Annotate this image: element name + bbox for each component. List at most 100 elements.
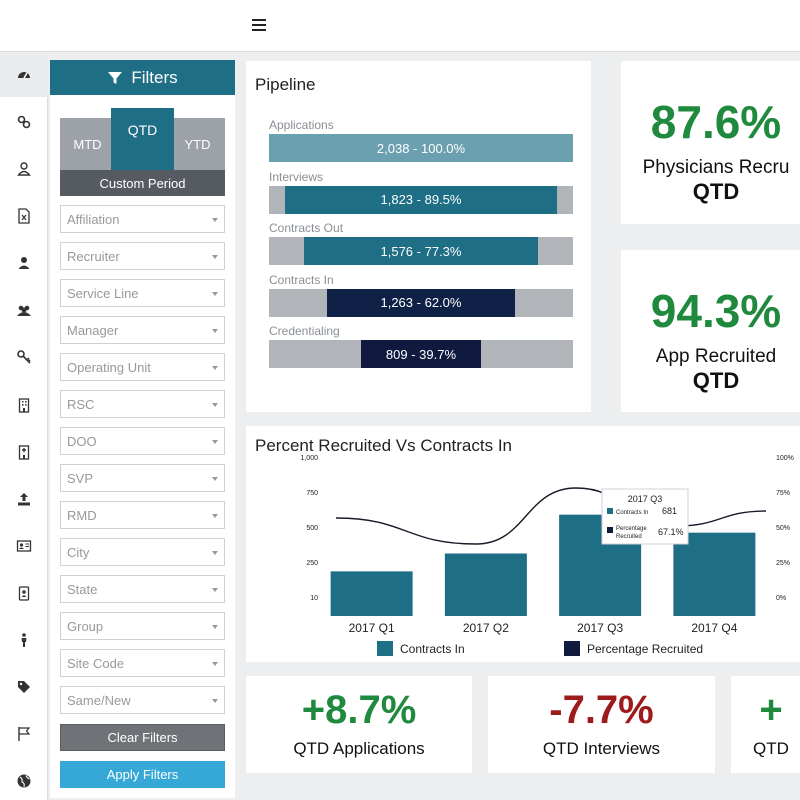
period-qtd[interactable]: QTD [111,108,174,170]
chevron-down-icon [212,329,218,333]
pipeline-stage-value: 1,263 - 62.0% [380,295,462,310]
select-placeholder: Manager [67,322,119,338]
x-axis-tick: 2017 Q4 [691,621,737,635]
menu-icon[interactable] [252,16,266,34]
chevron-down-icon [212,255,218,259]
chevron-down-icon [212,699,218,703]
kpi-label: App Recruited [655,346,777,367]
same-new-select[interactable]: Same/New [60,686,225,714]
pipeline-stage-label: Contracts In [269,272,334,287]
apply-filters-button[interactable]: Apply Filters [60,761,225,788]
link-nav-item[interactable] [0,100,48,144]
affiliation-select[interactable]: Affiliation [60,205,225,233]
document-nav-item[interactable] [0,194,48,238]
chart-bar[interactable] [673,532,756,616]
chart-bar[interactable] [444,553,527,616]
badge-nav-item[interactable] [0,571,48,615]
svp-select[interactable]: SVP [60,464,225,492]
recruiter-select[interactable]: Recruiter [60,242,225,270]
period-ytd[interactable]: YTD [170,118,225,170]
user-icon [18,257,30,269]
tag-nav-item[interactable] [0,665,48,709]
chevron-down-icon [212,662,218,666]
bottom-kpi-value: + [759,688,783,732]
kpi-label: Physicians Recru [642,157,790,178]
legend-swatch-contracts-in[interactable] [377,641,393,656]
clear-filters-button[interactable]: Clear Filters [60,724,225,751]
globe-nav-item[interactable] [0,759,48,800]
top-bar [0,0,800,52]
person-nav-item[interactable] [0,618,48,662]
chevron-down-icon [212,366,218,370]
custom-period-button[interactable]: Custom Period [60,170,225,196]
tag-icon [18,681,30,693]
kpi-value: 94.3% [650,285,782,337]
pipeline-stage-value: 1,823 - 89.5% [380,192,462,207]
document-icon [18,208,30,224]
right-axis-tick: 0% [776,595,786,602]
kpi-period: QTD [692,179,740,204]
stage-count: 809 [385,346,408,362]
building-nav-item[interactable] [0,383,48,427]
select-placeholder: RMD [67,507,97,523]
legend-swatch-percentage-recruited[interactable] [564,641,580,656]
kpi-period: QTD [692,368,740,393]
pipeline-stage-track: 1,263 - 62.0% [269,288,573,317]
person-icon [21,633,27,647]
bottom-kpi-interviews: -7.7% QTD Interviews [488,676,715,773]
bottom-kpi-value: -7.7% [549,688,654,732]
upload-icon [18,493,30,506]
badge-icon [18,586,30,601]
rsc-select[interactable]: RSC [60,390,225,418]
user-nav-item[interactable] [0,241,48,285]
link-icon [17,115,31,129]
chart-bar[interactable] [330,571,413,616]
site-code-select[interactable]: Site Code [60,649,225,677]
right-axis-tick: 25% [776,560,790,567]
legend-label-contracts-in[interactable]: Contracts In [400,642,465,656]
stage-percent: 77.3% [424,243,462,259]
left-axis-tick: 250 [306,560,318,567]
id-card-nav-item[interactable] [0,524,48,568]
key-icon [17,350,31,364]
select-placeholder: City [67,544,90,560]
recruited-vs-contracts-chart: Percent Recruited Vs Contracts In 1,000 7… [246,426,800,662]
stage-percent: 100.0% [421,140,466,156]
select-placeholder: Site Code [67,655,125,671]
key-nav-item[interactable] [0,335,48,379]
pipeline-stage-label: Interviews [269,169,324,184]
pipeline-stage-label: Applications [269,118,334,132]
pipeline-stage-value: 1,576 - 77.3% [380,243,462,259]
pipeline-stage-track: 809 - 39.7% [269,340,573,368]
bottom-kpi-partial: + QTD [731,676,800,773]
tooltip-swatch [607,527,613,533]
legend-label-percentage-recruited[interactable]: Percentage Recruited [587,642,703,656]
globe-icon [17,774,31,788]
group-select[interactable]: Group [60,612,225,640]
service-line-select[interactable]: Service Line [60,279,225,307]
left-axis-tick: 1,000 [300,455,318,462]
hospital-icon [18,445,30,460]
state-select[interactable]: State [60,575,225,603]
users-nav-item[interactable] [0,288,48,332]
bottom-kpi-label: QTD [753,739,789,758]
tooltip-swatch [607,508,613,514]
city-select[interactable]: City [60,538,225,566]
pipeline-stage-track: 1,576 - 77.3% [269,237,573,265]
manager-select[interactable]: Manager [60,316,225,344]
building-icon [18,398,30,413]
period-mtd[interactable]: MTD [60,118,115,170]
stage-percent: 89.5% [424,192,462,207]
user-outline-nav-item[interactable] [0,147,48,191]
pipeline-stage-value: 2,038 - 100.0% [376,140,466,156]
hospital-nav-item[interactable] [0,430,48,474]
bottom-kpi-value: +8.7% [301,688,417,732]
dashboard-nav-item[interactable] [0,53,48,97]
operating-unit-select[interactable]: Operating Unit [60,353,225,381]
stage-count: 1,576 [380,243,414,259]
rmd-select[interactable]: RMD [60,501,225,529]
upload-nav-item[interactable] [0,477,48,521]
doo-select[interactable]: DOO [60,427,225,455]
dashboard-icon [18,72,30,79]
flag-nav-item[interactable] [0,712,48,756]
